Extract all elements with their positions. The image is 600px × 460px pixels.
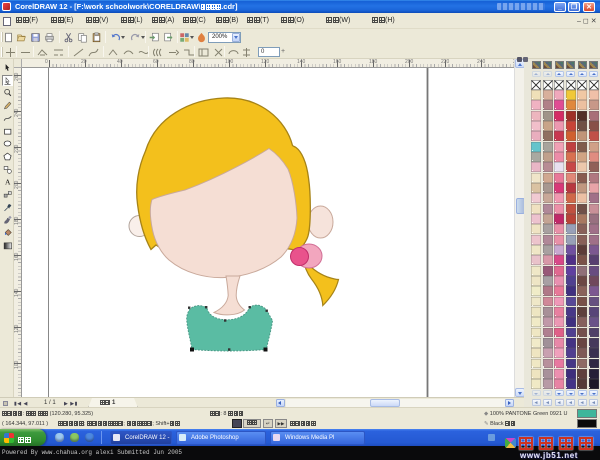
svg-text:A: A (4, 178, 10, 187)
